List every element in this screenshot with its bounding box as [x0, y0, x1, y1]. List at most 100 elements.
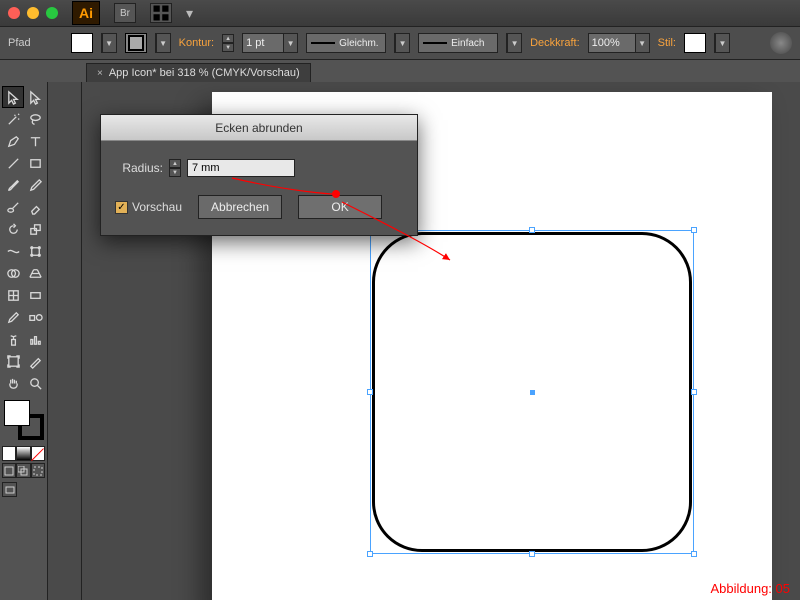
scale-tool[interactable]	[24, 218, 46, 240]
color-mode-row	[2, 446, 45, 461]
workspace: Ecken abrunden Radius: ▲▼ ✓ Vorschau Abb…	[0, 82, 800, 600]
figure-caption: Abbildung: 05	[710, 581, 790, 596]
close-window-button[interactable]	[8, 7, 20, 19]
type-tool[interactable]	[24, 130, 46, 152]
draw-behind-icon[interactable]	[16, 463, 30, 478]
color-mode-none[interactable]	[31, 446, 45, 461]
draw-normal-icon[interactable]	[2, 463, 16, 478]
selection-tool[interactable]	[2, 86, 24, 108]
slice-tool[interactable]	[24, 350, 46, 372]
brush-profile-label: Einfach	[451, 38, 484, 49]
app-logo: Ai	[72, 1, 100, 25]
column-graph-tool[interactable]	[24, 328, 46, 350]
document-setup-icon[interactable]	[770, 32, 792, 54]
brush-profile-dropdown[interactable]: ▼	[506, 33, 522, 53]
traffic-lights	[8, 7, 58, 19]
opacity-field[interactable]: ▼	[588, 33, 650, 53]
style-dropdown[interactable]: ▼	[714, 33, 730, 53]
selection-center-point	[530, 390, 535, 395]
direct-selection-tool[interactable]	[24, 86, 46, 108]
cancel-button[interactable]: Abbrechen	[198, 195, 282, 219]
selection-handle[interactable]	[691, 227, 697, 233]
stroke-weight-input[interactable]	[243, 34, 283, 52]
screen-mode-switch[interactable]	[2, 482, 45, 497]
zoom-tool[interactable]	[24, 372, 46, 394]
fill-stroke-indicator[interactable]	[4, 400, 44, 440]
control-bar: Pfad ▼ ▼ Kontur: ▲▼ ▼ Gleichm. ▼ Einfach…	[0, 26, 800, 60]
screen-mode-icon[interactable]	[2, 482, 17, 497]
ok-button[interactable]: OK	[298, 195, 382, 219]
radius-stepper[interactable]: ▲▼	[169, 159, 181, 177]
round-corners-dialog: Ecken abrunden Radius: ▲▼ ✓ Vorschau Abb…	[100, 114, 418, 236]
stroke-dropdown[interactable]: ▼	[155, 33, 171, 53]
document-tab-title: App Icon* bei 318 % (CMYK/Vorschau)	[109, 67, 300, 79]
color-mode-gradient[interactable]	[16, 446, 30, 461]
document-tab-bar: × App Icon* bei 318 % (CMYK/Vorschau)	[0, 60, 800, 82]
width-tool[interactable]	[2, 240, 24, 262]
bridge-button[interactable]: Br	[114, 3, 136, 23]
object-type-label: Pfad	[8, 37, 31, 49]
gradient-tool[interactable]	[24, 284, 46, 306]
opacity-input[interactable]	[589, 34, 635, 52]
style-label: Stil:	[658, 37, 676, 49]
dialog-title: Ecken abrunden	[101, 115, 417, 141]
stroke-cap-label: Gleichm.	[339, 38, 378, 49]
style-swatch[interactable]	[684, 33, 706, 53]
stroke-swatch[interactable]	[125, 33, 147, 53]
annotation-dot	[332, 190, 340, 198]
eraser-tool[interactable]	[24, 196, 46, 218]
selection-handle[interactable]	[367, 551, 373, 557]
color-mode-solid[interactable]	[2, 446, 16, 461]
radius-label: Radius:	[115, 161, 163, 175]
brush-profile-basic[interactable]: Einfach	[418, 33, 498, 53]
symbol-sprayer-tool[interactable]	[2, 328, 24, 350]
radius-input[interactable]	[187, 159, 295, 177]
tools-panel	[0, 82, 48, 600]
opacity-label: Deckkraft:	[530, 37, 580, 49]
arrange-documents-button[interactable]	[150, 3, 172, 23]
window-titlebar: Ai Br ▾	[0, 0, 800, 26]
rotate-tool[interactable]	[2, 218, 24, 240]
pencil-tool[interactable]	[24, 174, 46, 196]
stroke-weight-field[interactable]: ▼	[242, 33, 298, 53]
preview-label: Vorschau	[132, 200, 182, 214]
lasso-tool[interactable]	[24, 108, 46, 130]
eyedropper-tool[interactable]	[2, 306, 24, 328]
stroke-label: Kontur:	[179, 37, 214, 49]
magic-wand-tool[interactable]	[2, 108, 24, 130]
hand-tool[interactable]	[2, 372, 24, 394]
selection-handle[interactable]	[529, 551, 535, 557]
fill-swatch[interactable]	[71, 33, 93, 53]
close-tab-icon[interactable]: ×	[97, 68, 103, 79]
blend-tool[interactable]	[24, 306, 46, 328]
rectangle-tool[interactable]	[24, 152, 46, 174]
stroke-cap-dropdown[interactable]: ▼	[394, 33, 410, 53]
stroke-weight-stepper[interactable]: ▲▼	[222, 34, 234, 52]
selection-handle[interactable]	[529, 227, 535, 233]
minimize-window-button[interactable]	[27, 7, 39, 19]
document-area[interactable]: Ecken abrunden Radius: ▲▼ ✓ Vorschau Abb…	[82, 82, 800, 600]
document-tab[interactable]: × App Icon* bei 318 % (CMYK/Vorschau)	[86, 63, 311, 82]
fill-dropdown[interactable]: ▼	[101, 33, 117, 53]
checkbox-check-icon: ✓	[115, 201, 128, 214]
selection-handle[interactable]	[691, 389, 697, 395]
line-tool[interactable]	[2, 152, 24, 174]
selection-handle[interactable]	[367, 389, 373, 395]
artboard-tool[interactable]	[2, 350, 24, 372]
preview-checkbox[interactable]: ✓ Vorschau	[115, 200, 182, 214]
blob-brush-tool[interactable]	[2, 196, 24, 218]
screen-mode-row	[2, 463, 45, 478]
mesh-tool[interactable]	[2, 284, 24, 306]
selection-handle[interactable]	[691, 551, 697, 557]
zoom-window-button[interactable]	[46, 7, 58, 19]
fill-color-box[interactable]	[4, 400, 30, 426]
stroke-profile-uniform[interactable]: Gleichm.	[306, 33, 386, 53]
shape-builder-tool[interactable]	[2, 262, 24, 284]
draw-inside-icon[interactable]	[31, 463, 45, 478]
pen-tool[interactable]	[2, 130, 24, 152]
panel-gutter	[48, 82, 82, 600]
perspective-grid-tool[interactable]	[24, 262, 46, 284]
paintbrush-tool[interactable]	[2, 174, 24, 196]
dropdown-arrow-icon[interactable]: ▾	[186, 3, 208, 23]
free-transform-tool[interactable]	[24, 240, 46, 262]
